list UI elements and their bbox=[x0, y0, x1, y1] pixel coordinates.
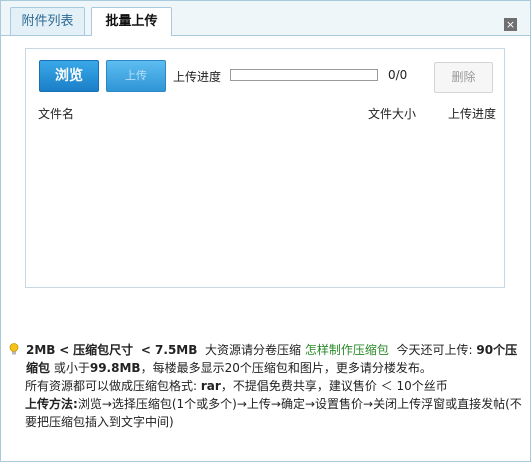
tab-bar: 附件列表 批量上传 × bbox=[1, 1, 530, 36]
size-min: 2MB bbox=[26, 343, 56, 357]
column-file-name: 文件名 bbox=[38, 107, 75, 121]
upload-dialog: 附件列表 批量上传 × 浏览 上传 上传进度 0/0 删除 文件名 文件大小 上… bbox=[0, 0, 531, 462]
column-file-size: 文件大小 bbox=[368, 107, 417, 121]
per-floor-text: ，每楼最多显示20个压缩包和图片，更多请分楼发布。 bbox=[140, 361, 432, 375]
close-icon[interactable]: × bbox=[504, 18, 517, 31]
tab-attachment-list[interactable]: 附件列表 bbox=[10, 7, 85, 35]
method-line: 上传方法:浏览→选择压缩包(1个或多个)→上传→确定→设置售价→关闭上传浮窗或直… bbox=[25, 395, 524, 431]
browse-button[interactable]: 浏览 bbox=[39, 60, 99, 92]
remaining-size: 99.8MB bbox=[89, 361, 141, 375]
howto-link[interactable]: 怎样制作压缩包 bbox=[305, 343, 389, 357]
upload-panel: 浏览 上传 上传进度 0/0 删除 文件名 文件大小 上传进度 bbox=[25, 48, 505, 288]
size-lt: < bbox=[59, 343, 70, 357]
format-line: 所有资源都可以做成压缩包格式: rar，不提倡免费共享，建议售价 ＜ 10个丝币 bbox=[25, 377, 524, 395]
size-label: 压缩包尺寸 bbox=[73, 343, 134, 357]
format-prefix: 所有资源都可以做成压缩包格式: bbox=[25, 379, 198, 393]
info-text: 2MB < 压缩包尺寸 < 7.5MB 大资源请分卷压缩 怎样制作压缩包 今天还… bbox=[9, 341, 524, 431]
or-text: 或小于 bbox=[53, 361, 90, 375]
progress-count: 0/0 bbox=[388, 68, 408, 82]
format-value: rar bbox=[200, 379, 221, 393]
split-text: 大资源请分卷压缩 bbox=[205, 343, 302, 357]
method-label: 上传方法: bbox=[25, 397, 78, 411]
method-text: 浏览→选择压缩包(1个或多个)→上传→确定→设置售价→关闭上传浮窗或直接发帖(不… bbox=[25, 397, 522, 429]
progress-label: 上传进度 bbox=[173, 70, 222, 84]
tab-batch-upload[interactable]: 批量上传 bbox=[91, 7, 172, 36]
upload-info: 2MB < 压缩包尺寸 < 7.5MB 大资源请分卷压缩 怎样制作压缩包 今天还… bbox=[9, 341, 524, 431]
remaining-prefix: 今天还可上传: bbox=[396, 343, 473, 357]
upload-button[interactable]: 上传 bbox=[106, 60, 166, 92]
size-max: < 7.5MB bbox=[140, 343, 198, 357]
progress-bar bbox=[230, 69, 378, 81]
share-text: ，不提倡免费共享，建议售价 ＜ 10个丝币 bbox=[220, 379, 448, 393]
column-upload-progress: 上传进度 bbox=[448, 107, 497, 121]
lightbulb-icon bbox=[9, 343, 19, 355]
delete-button[interactable]: 删除 bbox=[434, 62, 493, 93]
file-table-header: 文件名 文件大小 上传进度 bbox=[26, 105, 504, 123]
